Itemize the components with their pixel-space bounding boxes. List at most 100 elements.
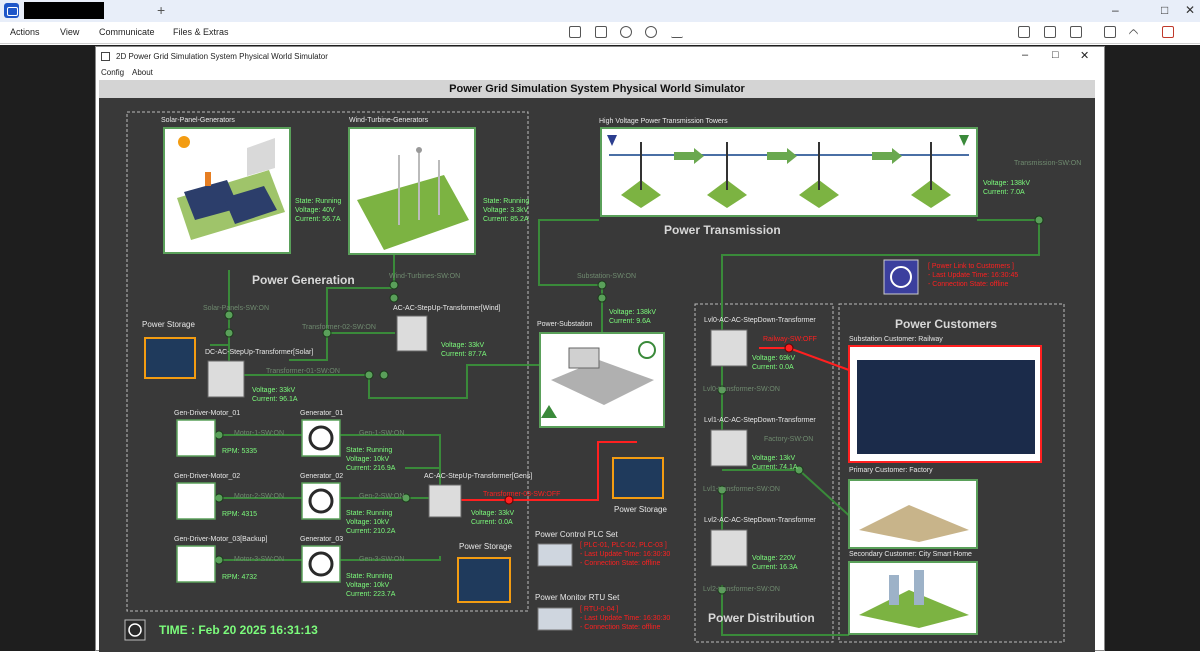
wind-voltage: Voltage: 3.3kV bbox=[483, 207, 529, 214]
motor-2-switch[interactable]: Motor-2-SW:ON bbox=[234, 493, 284, 500]
maximize-icon[interactable]: □ bbox=[1161, 3, 1168, 17]
window-icon bbox=[101, 52, 110, 61]
railway-switch[interactable]: Railway-SW:OFF bbox=[763, 336, 817, 343]
menu-about[interactable]: About bbox=[132, 68, 153, 77]
towers-current: Current: 7.0A bbox=[983, 189, 1025, 196]
simulator-window: 2D Power Grid Simulation System Physical… bbox=[95, 46, 1105, 652]
disconnect-icon[interactable] bbox=[1162, 26, 1174, 38]
solar-current: Current: 56.7A bbox=[295, 216, 341, 223]
menu-communicate[interactable]: Communicate bbox=[99, 27, 155, 37]
chat-icon[interactable] bbox=[1044, 26, 1056, 38]
customer-railway-label: Substation Customer: Railway bbox=[849, 336, 943, 343]
gen-2-voltage: Voltage: 10kV bbox=[346, 519, 390, 526]
lvl2-label: Lvl2-AC-AC-StepDown-Transformer bbox=[704, 517, 816, 524]
gen-1-switch[interactable]: Gen-1-SW:ON bbox=[359, 430, 404, 437]
lvl1-transformer-switch[interactable]: Lvl1-transformer-SW:ON bbox=[703, 486, 780, 493]
download-icon[interactable] bbox=[671, 26, 683, 38]
wind-switch[interactable]: Wind-Turbines-SW:ON bbox=[389, 273, 460, 280]
towers-switch[interactable]: Transmission-SW:ON bbox=[1014, 160, 1081, 167]
lvl0-current: Current: 0.0A bbox=[752, 364, 794, 371]
gen-3-switch[interactable]: Gen-3-SW:ON bbox=[359, 556, 404, 563]
menu-files-extras[interactable]: Files & Extras bbox=[173, 27, 229, 37]
solar-transformer-label: DC-AC-StepUp-Transformer[Solar] bbox=[205, 349, 314, 356]
motor-1-switch[interactable]: Motor-1-SW:ON bbox=[234, 430, 284, 437]
storage-label-1: Power Storage bbox=[142, 320, 195, 329]
gen-2-current: Current: 210.2A bbox=[346, 528, 396, 535]
plc-state: - Connection State: offline bbox=[580, 560, 661, 567]
chevron-up-icon[interactable] bbox=[1128, 28, 1139, 39]
gen-3-voltage: Voltage: 10kV bbox=[346, 582, 390, 589]
wind-current: Current: 85.2A bbox=[483, 216, 529, 223]
chart-icon[interactable] bbox=[569, 26, 581, 38]
motor-1-label: Gen-Driver-Motor_01 bbox=[174, 410, 241, 417]
camera-icon[interactable] bbox=[1070, 26, 1082, 38]
keyboard-icon[interactable] bbox=[595, 26, 607, 38]
gen-2-state: State: Running bbox=[346, 510, 393, 517]
win-close-icon[interactable]: ✕ bbox=[1080, 49, 1089, 62]
win-minimize-icon[interactable]: – bbox=[1022, 49, 1028, 61]
substation-voltage: Voltage: 138kV bbox=[609, 309, 657, 316]
motor-2-rpm: RPM: 4315 bbox=[222, 511, 258, 518]
minimize-icon[interactable]: – bbox=[1112, 3, 1119, 17]
window-title: 2D Power Grid Simulation System Physical… bbox=[116, 52, 328, 61]
new-tab-button[interactable]: + bbox=[157, 2, 165, 18]
storage-label-3: Power Storage bbox=[459, 542, 512, 551]
clipboard-icon[interactable] bbox=[1018, 26, 1030, 38]
menu-actions[interactable]: Actions bbox=[10, 27, 40, 37]
lvl0-transformer-switch[interactable]: Lvl0-transformer-SW:ON bbox=[703, 386, 780, 393]
window-title-bar: 2D Power Grid Simulation System Physical… bbox=[96, 47, 1104, 66]
lvl2-transformer-switch[interactable]: Lvl2-transformer-SW:ON bbox=[703, 586, 780, 593]
diagram-labels: Power Generation Power Transmission Powe… bbox=[99, 80, 1095, 652]
customer-factory-label: Primary Customer: Factory bbox=[849, 467, 933, 474]
distribution-title: Power Distribution bbox=[708, 611, 815, 625]
rtu-devices: [ RTU-0-04 ] bbox=[580, 606, 619, 613]
plc-update: - Last Update Time: 16:30:30 bbox=[580, 551, 671, 558]
solar-transformer-switch[interactable]: Transformer-01-SW:ON bbox=[266, 368, 340, 375]
towers-voltage: Voltage: 138kV bbox=[983, 180, 1031, 187]
substation-label: Power-Substation bbox=[537, 321, 593, 328]
lvl2-voltage: Voltage: 220V bbox=[752, 555, 796, 562]
substation-switch[interactable]: Substation-SW:ON bbox=[577, 273, 636, 280]
menu-config[interactable]: Config bbox=[101, 68, 124, 77]
gen-3-current: Current: 223.7A bbox=[346, 591, 396, 598]
plc-devices: [ PLC-01, PLC-02, PLC-03 ] bbox=[580, 542, 667, 549]
wind-transformer-current: Current: 87.7A bbox=[441, 351, 487, 358]
refresh-icon[interactable] bbox=[645, 26, 657, 38]
solar-switch[interactable]: Solar-Panels-SW:ON bbox=[203, 305, 269, 312]
towers-label: High Voltage Power Transmission Towers bbox=[599, 118, 728, 125]
fullscreen-icon[interactable] bbox=[1104, 26, 1116, 38]
motor-3-label: Gen-Driver-Motor_03[Backup] bbox=[174, 536, 268, 543]
close-icon[interactable]: ✕ bbox=[1185, 3, 1195, 17]
substation-current: Current: 9.6A bbox=[609, 318, 651, 325]
gens-transformer-voltage: Voltage: 33kV bbox=[471, 510, 515, 517]
customers-title: Power Customers bbox=[895, 317, 998, 331]
motor-1-rpm: RPM: 5335 bbox=[222, 448, 258, 455]
rtu-state: - Connection State: offline bbox=[580, 624, 661, 631]
wind-state: State: Running bbox=[483, 198, 530, 205]
wind-transformer-switch[interactable]: Transformer-02-SW:ON bbox=[302, 324, 376, 331]
simulation-canvas: Power Grid Simulation System Physical Wo… bbox=[99, 80, 1095, 652]
wind-label: Wind-Turbine-Generators bbox=[349, 117, 429, 124]
customer-link-state: - Connection State: offline bbox=[928, 281, 1009, 288]
motor-3-switch[interactable]: Motor-3-SW:ON bbox=[234, 556, 284, 563]
lock-icon[interactable] bbox=[620, 26, 632, 38]
gen-1-voltage: Voltage: 10kV bbox=[346, 456, 390, 463]
motor-3-rpm: RPM: 4732 bbox=[222, 574, 258, 581]
solar-voltage: Voltage: 40V bbox=[295, 207, 335, 214]
gen-1-current: Current: 216.9A bbox=[346, 465, 396, 472]
rtu-update: - Last Update Time: 16:30:30 bbox=[580, 615, 671, 622]
gen-2-switch[interactable]: Gen-2-SW:ON bbox=[359, 493, 404, 500]
menu-view[interactable]: View bbox=[60, 27, 79, 37]
solar-transformer-current: Current: 96.1A bbox=[252, 396, 298, 403]
storage-label-2: Power Storage bbox=[614, 505, 667, 514]
time-display: TIME : Feb 20 2025 16:31:13 bbox=[159, 623, 318, 637]
active-tab[interactable] bbox=[24, 2, 104, 19]
lvl2-current: Current: 16.3A bbox=[752, 564, 798, 571]
gens-transformer-label: AC-AC-StepUp-Transformer[Gens] bbox=[424, 473, 533, 480]
factory-switch[interactable]: Factory-SW:ON bbox=[764, 436, 813, 443]
gen-1-label: Generator_01 bbox=[300, 410, 344, 417]
gens-transformer-switch[interactable]: Transformer-03-SW:OFF bbox=[483, 491, 560, 498]
window-menu-bar: Config About bbox=[96, 66, 1104, 80]
win-maximize-icon[interactable]: □ bbox=[1052, 49, 1059, 61]
gen-1-state: State: Running bbox=[346, 447, 393, 454]
